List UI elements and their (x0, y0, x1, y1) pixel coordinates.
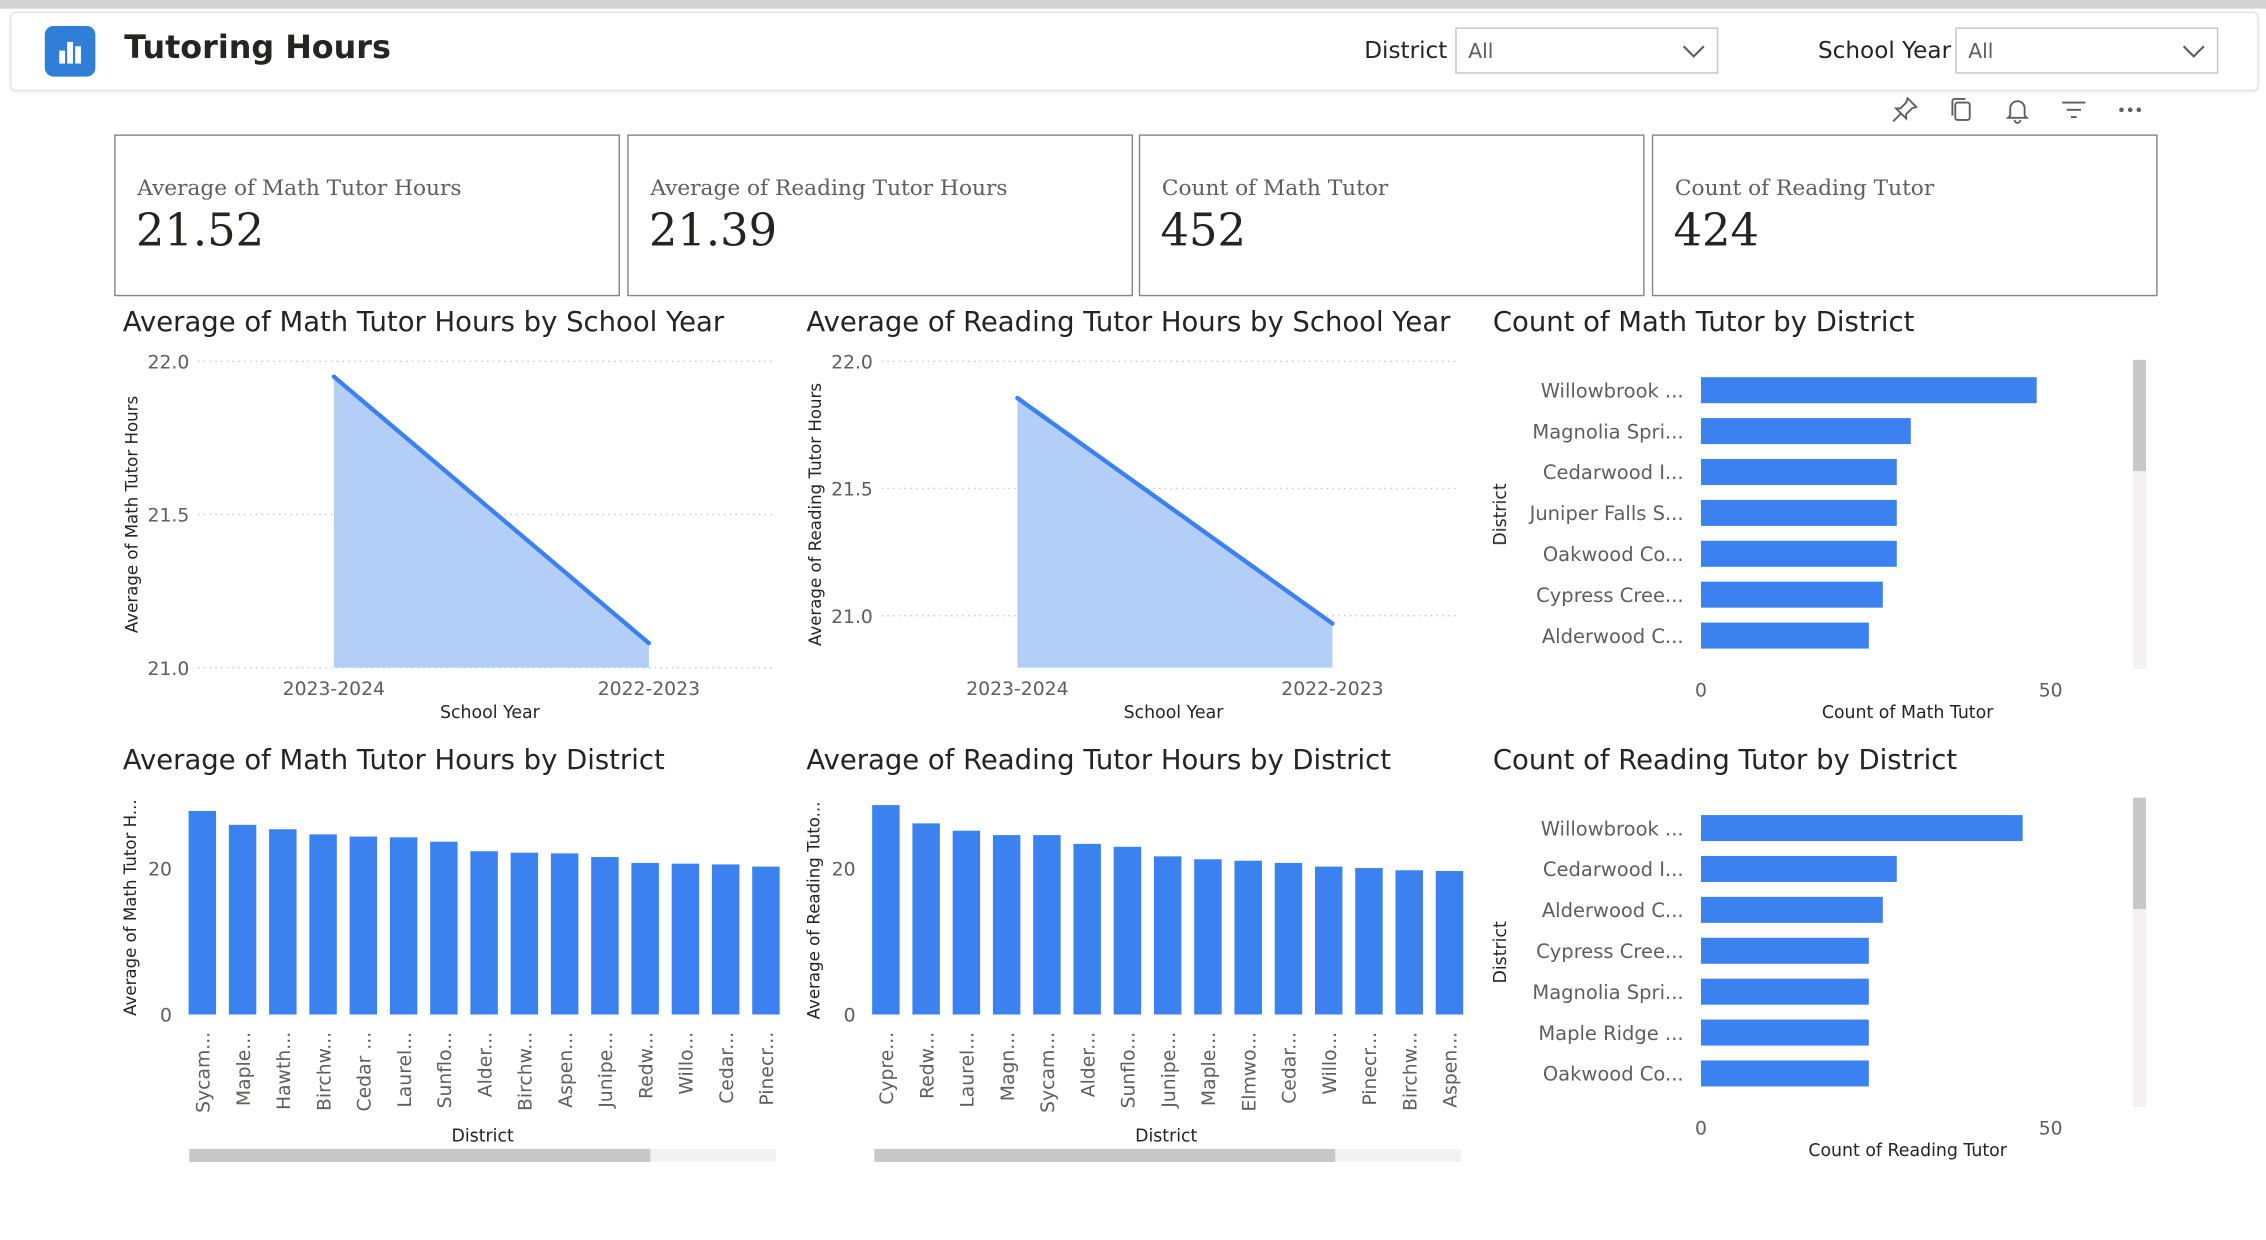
report-canvas: Tutoring Hours District All School Year … (0, 0, 2266, 1240)
y-axis-title: District (1491, 921, 1511, 983)
bar (1700, 855, 1897, 882)
category-label: Maple Ridge ... (1538, 1022, 1683, 1045)
category-label: Alderwood C... (1542, 899, 1684, 922)
bar (1700, 1019, 1869, 1046)
category-label: Magnolia Spri... (1532, 981, 1683, 1004)
category-label: Cypress Cree... (1536, 940, 1683, 963)
category-label: Willowbrook ... (1541, 817, 1684, 840)
scrollbar-thumb (2133, 797, 2147, 910)
bar (1700, 896, 1883, 923)
bar (1700, 1060, 1869, 1087)
x-tick-label: 0 (1695, 1118, 1707, 1139)
x-axis-title: Count of Reading Tutor (1808, 1141, 2007, 1161)
reading-count-by-district-chart[interactable]: Willowbrook ... Cedarwood I... Alderwood C… (0, 0, 2266, 1240)
bar (1700, 978, 1869, 1005)
category-label: Cedarwood I... (1543, 858, 1684, 881)
category-label: Oakwood Co... (1543, 1063, 1684, 1086)
bar (1700, 815, 2023, 842)
x-tick-label: 50 (2039, 1118, 2063, 1139)
bar (1700, 937, 1869, 964)
